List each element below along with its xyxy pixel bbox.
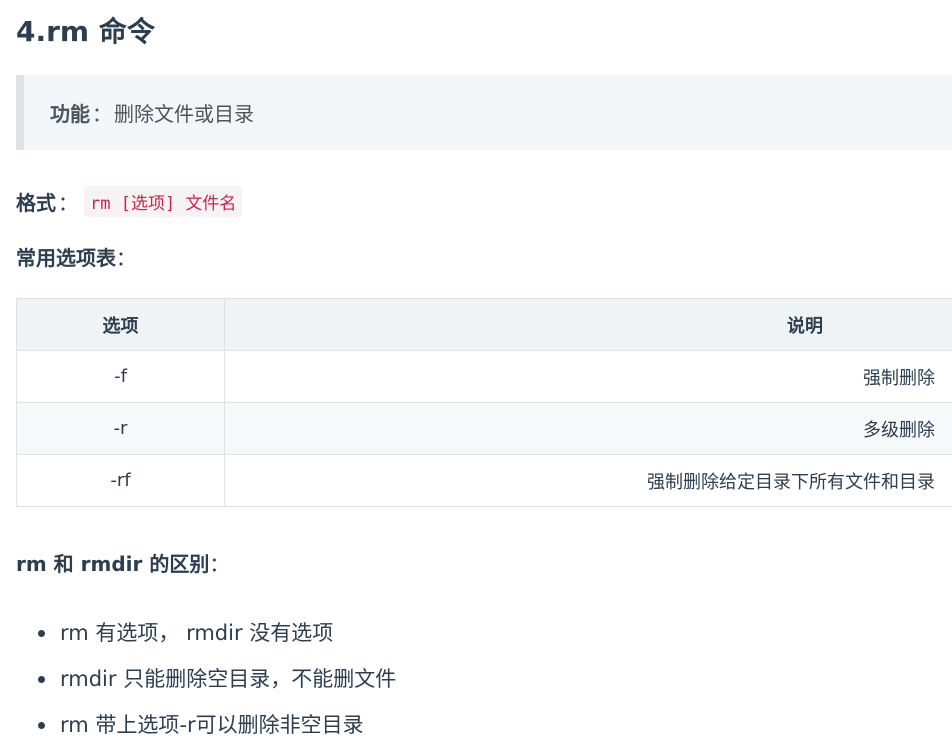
function-separator: ： (92, 102, 112, 126)
description-cell: 强制删除给定目录下所有文件和目录 (224, 454, 952, 507)
format-separator: ： (58, 190, 78, 215)
format-label: 格式 (16, 190, 56, 215)
column-header-description: 说明 (224, 298, 952, 351)
table-row: -r 多级删除 (16, 402, 952, 455)
table-row: -rf 强制删除给定目录下所有文件和目录 (16, 454, 952, 507)
list-item-text: rm 带上选项-r可以删除非空目录 (60, 713, 364, 737)
list-item: rm 有选项， rmdir 没有选项 (16, 610, 396, 656)
difference-title-separator: ： (209, 552, 230, 576)
option-cell: -f (16, 350, 225, 403)
column-header-option: 选项 (16, 298, 225, 351)
function-blockquote: 功能：删除文件或目录 (16, 75, 952, 150)
table-header-row: 选项 说明 (16, 298, 952, 351)
option-cell: -rf (16, 454, 225, 507)
list-item-text: rmdir 只能删除空目录，不能删文件 (60, 667, 397, 691)
function-label: 功能 (50, 102, 90, 126)
options-title-label: 常用选项表 (16, 246, 116, 270)
options-title-separator: ： (116, 246, 136, 270)
options-table: 选项 说明 -f 强制删除 -r 多级删除 -rf 强制删除给定目录下所有文件和… (16, 298, 952, 507)
bullet-icon (38, 722, 45, 729)
list-item-text: rm 有选项， rmdir 没有选项 (60, 621, 334, 645)
bullet-icon (38, 676, 45, 683)
list-item: rmdir 只能删除空目录，不能删文件 (16, 656, 396, 702)
format-line: 格式： rm [选项] 文件名 (16, 185, 243, 217)
option-cell: -r (16, 402, 225, 455)
format-code: rm [选项] 文件名 (84, 185, 243, 217)
section-heading: 4.rm 命令 (16, 15, 155, 48)
list-item: rm 带上选项-r可以删除非空目录 (16, 702, 396, 747)
bullet-icon (38, 630, 45, 637)
difference-title: rm 和 rmdir 的区别： (16, 549, 229, 579)
table-row: -f 强制删除 (16, 350, 952, 403)
description-cell: 多级删除 (224, 402, 952, 455)
difference-title-label: rm 和 rmdir 的区别 (16, 552, 210, 576)
description-cell: 强制删除 (224, 350, 952, 403)
options-title: 常用选项表： (16, 243, 136, 273)
difference-list: rm 有选项， rmdir 没有选项 rmdir 只能删除空目录，不能删文件 r… (16, 610, 396, 747)
function-text: 删除文件或目录 (114, 102, 254, 126)
